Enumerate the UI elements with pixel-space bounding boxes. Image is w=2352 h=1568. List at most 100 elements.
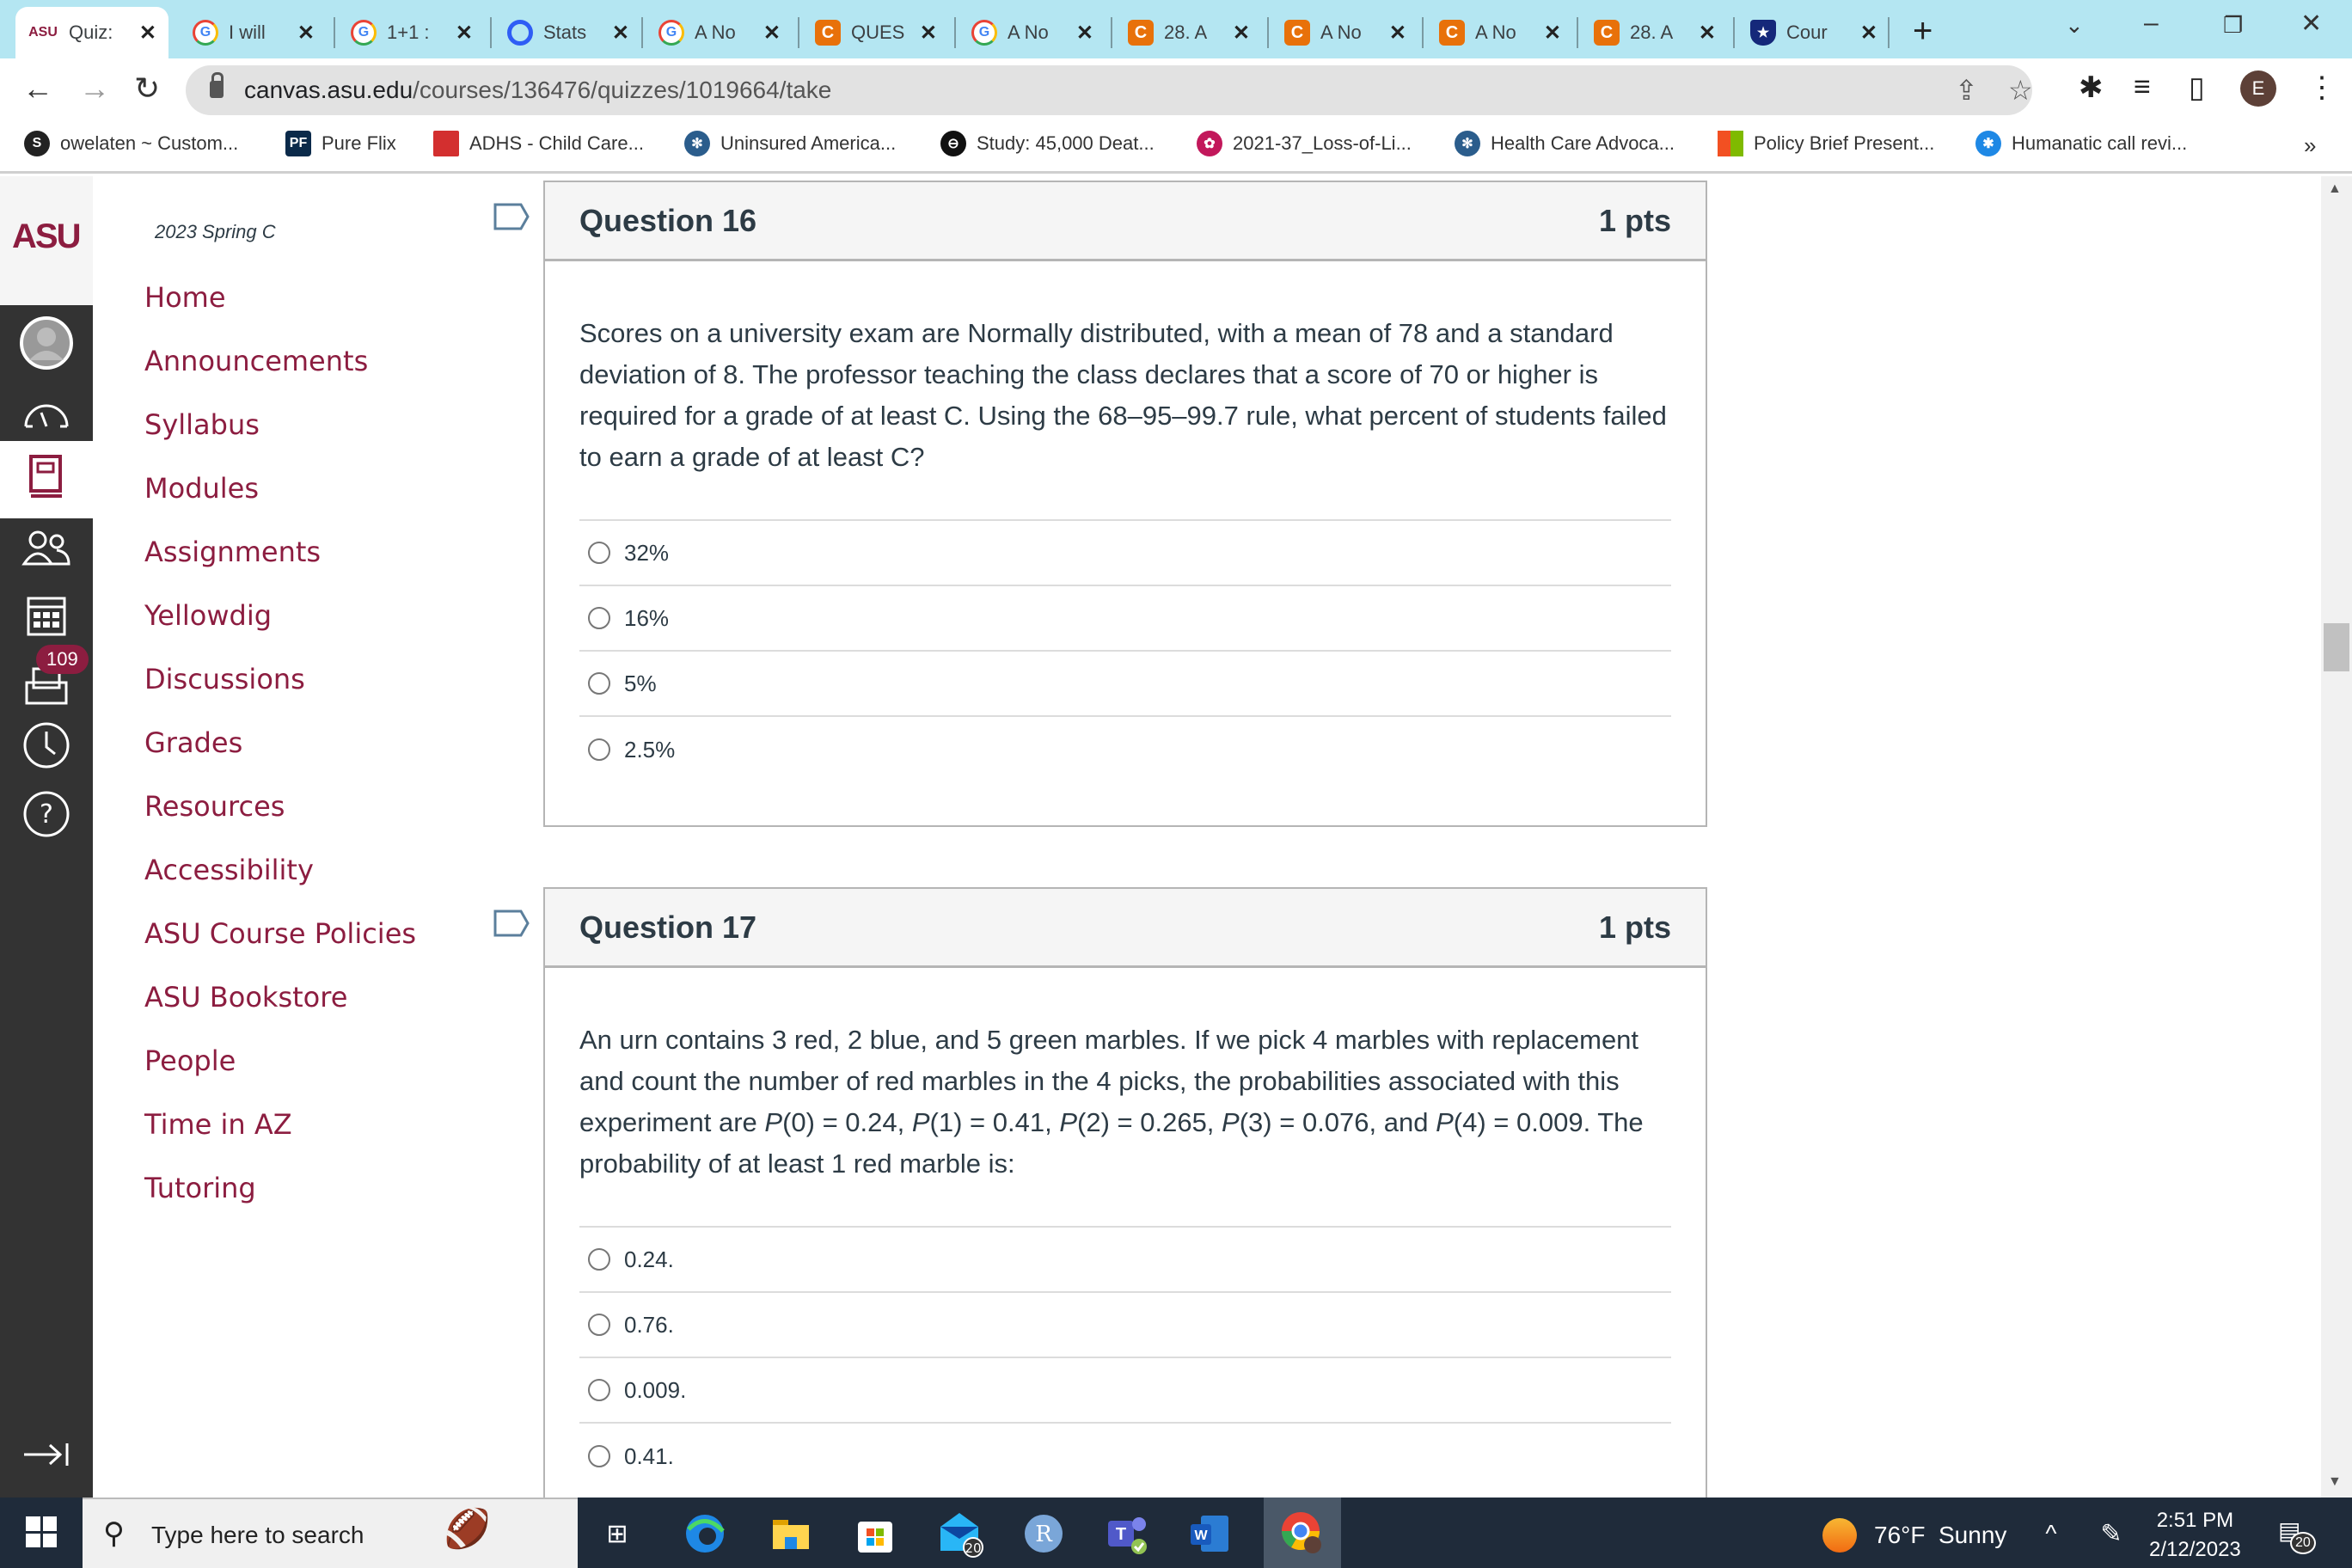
tab[interactable]: ★ Cour ✕ (1738, 7, 1890, 58)
flag-question-icon[interactable] (493, 910, 530, 937)
close-icon[interactable]: ✕ (1860, 21, 1877, 46)
close-window-button[interactable]: ✕ (2300, 9, 2322, 39)
weather-widget[interactable]: 76°F Sunny (1822, 1518, 2006, 1553)
help-question-icon[interactable]: ? (19, 787, 74, 842)
bookmark[interactable]: ✱ Humanatic call revi... (1975, 131, 2187, 156)
tab[interactable]: C A No ✕ (1427, 7, 1573, 58)
word-icon[interactable]: W (1186, 1510, 1234, 1558)
scroll-up-arrow-icon[interactable]: ▲ (2328, 181, 2342, 197)
edge-browser-icon[interactable] (681, 1510, 729, 1558)
profile-avatar[interactable]: E (2240, 70, 2276, 107)
address-bar[interactable]: canvas.asu.edu/courses/136476/quizzes/10… (186, 65, 2033, 115)
course-nav-modules[interactable]: Modules (144, 472, 259, 505)
groups-people-icon[interactable] (19, 520, 74, 575)
file-explorer-icon[interactable] (767, 1510, 815, 1558)
restore-button[interactable]: ❐ (2223, 12, 2243, 39)
account-avatar-icon[interactable] (19, 315, 74, 371)
radio-button[interactable] (588, 1379, 610, 1401)
course-nav-people[interactable]: People (144, 1044, 236, 1077)
close-icon[interactable]: ✕ (1699, 21, 1716, 46)
course-nav-grades[interactable]: Grades (144, 726, 242, 759)
chrome-taskbar-icon[interactable] (1264, 1498, 1341, 1568)
tab[interactable]: Stats ✕ (495, 7, 641, 58)
course-nav-asu-bookstore[interactable]: ASU Bookstore (144, 981, 347, 1014)
close-icon[interactable]: ✕ (612, 21, 629, 46)
system-clock[interactable]: 2:51 PM 2/12/2023 (2149, 1506, 2241, 1565)
close-icon[interactable]: ✕ (1233, 21, 1250, 46)
tab[interactable]: G A No ✕ (646, 7, 793, 58)
microsoft-store-icon[interactable] (851, 1510, 899, 1558)
close-icon[interactable]: ✕ (1544, 21, 1561, 46)
bookmark[interactable]: Sowelaten ~ Custom... (24, 131, 238, 156)
tab[interactable]: C 28. A ✕ (1116, 7, 1262, 58)
bookmark[interactable]: PF Pure Flix (285, 131, 396, 156)
tab[interactable]: C 28. A ✕ (1582, 7, 1728, 58)
radio-button[interactable] (588, 542, 610, 564)
course-nav-syllabus[interactable]: Syllabus (144, 408, 260, 441)
flag-question-icon[interactable] (493, 203, 530, 230)
share-icon[interactable]: ⇪ (1955, 74, 1978, 107)
history-clock-icon[interactable] (19, 718, 74, 773)
dashboard-gauge-icon[interactable] (19, 386, 74, 441)
answer-option[interactable]: 0.41. (579, 1424, 1671, 1489)
answer-option[interactable]: 2.5% (579, 717, 1671, 782)
media-control-icon[interactable]: ≡ (2134, 70, 2151, 104)
course-nav-resources[interactable]: Resources (144, 790, 285, 823)
bookmark[interactable]: Policy Brief Present... (1718, 131, 1934, 156)
close-icon[interactable]: ✕ (1076, 21, 1093, 46)
close-icon[interactable]: ✕ (920, 21, 937, 46)
courses-book-icon[interactable] (19, 450, 74, 505)
taskbar-search-box[interactable]: ⚲ Type here to search 🏈 (83, 1498, 578, 1568)
menu-kebab-icon[interactable]: ⋮ (2307, 70, 2337, 105)
radio-button[interactable] (588, 672, 610, 695)
show-hidden-icons-chevron[interactable]: ^ (2027, 1510, 2075, 1558)
tab[interactable]: C QUES ✕ (803, 7, 949, 58)
course-nav-home[interactable]: Home (144, 281, 226, 314)
course-nav-accessibility[interactable]: Accessibility (144, 854, 314, 886)
windows-start-icon[interactable] (26, 1516, 57, 1547)
close-icon[interactable]: ✕ (297, 21, 315, 46)
scrollbar-thumb[interactable] (2324, 623, 2349, 671)
minimize-button[interactable]: – (2144, 9, 2159, 38)
answer-option[interactable]: 0.76. (579, 1293, 1671, 1358)
course-nav-asu-course-policies[interactable]: ASU Course Policies (144, 917, 416, 950)
more-bookmarks-button[interactable]: » (2304, 132, 2316, 159)
page-scrollbar[interactable]: ▲ ▼ (2321, 176, 2352, 1498)
tab[interactable]: G I will ✕ (181, 7, 327, 58)
bookmark[interactable]: ✻ Health Care Advoca... (1455, 131, 1675, 156)
close-icon[interactable]: ✕ (763, 21, 781, 46)
new-tab-button[interactable]: + (1913, 12, 1932, 51)
tab[interactable]: G A No ✕ (959, 7, 1106, 58)
answer-option[interactable]: 0.009. (579, 1358, 1671, 1424)
side-panel-icon[interactable]: ▯ (2189, 70, 2205, 105)
r-app-icon[interactable]: R (1020, 1510, 1068, 1558)
pen-icon[interactable]: ✎ (2087, 1510, 2135, 1558)
answer-option[interactable]: 0.24. (579, 1228, 1671, 1293)
radio-button[interactable] (588, 738, 610, 761)
mail-icon[interactable]: 20 (937, 1510, 985, 1558)
lock-icon[interactable] (210, 72, 224, 98)
radio-button[interactable] (588, 1445, 610, 1467)
close-icon[interactable]: ✕ (456, 21, 473, 46)
answer-option[interactable]: 16% (579, 586, 1671, 652)
course-nav-assignments[interactable]: Assignments (144, 536, 321, 568)
collapse-nav-arrow-icon[interactable] (19, 1427, 74, 1482)
notification-center-icon[interactable]: ▤ 20 (2278, 1516, 2316, 1554)
teams-icon[interactable]: T (1104, 1510, 1152, 1558)
asu-logo[interactable]: ASU (12, 217, 81, 256)
close-icon[interactable]: ✕ (1389, 21, 1406, 46)
tab[interactable]: G 1+1 : ✕ (339, 7, 485, 58)
asu-logo-container[interactable]: ASU (0, 176, 93, 305)
reload-button[interactable]: ↻ (134, 70, 160, 107)
radio-button[interactable] (588, 1248, 610, 1271)
bookmark[interactable]: ADHS - Child Care... (433, 131, 644, 156)
course-nav-yellowdig[interactable]: Yellowdig (144, 599, 272, 632)
tab[interactable]: C A No ✕ (1272, 7, 1418, 58)
task-view-icon[interactable]: ⊞ (593, 1510, 641, 1558)
tab-search-chevron-icon[interactable]: ⌄ (2065, 12, 2084, 39)
forward-button[interactable]: → (79, 70, 110, 107)
answer-option[interactable]: 5% (579, 652, 1671, 717)
scroll-down-arrow-icon[interactable]: ▼ (2328, 1474, 2342, 1490)
back-button[interactable]: ← (22, 70, 53, 107)
bookmark[interactable]: ✻ Uninsured America... (684, 131, 896, 156)
